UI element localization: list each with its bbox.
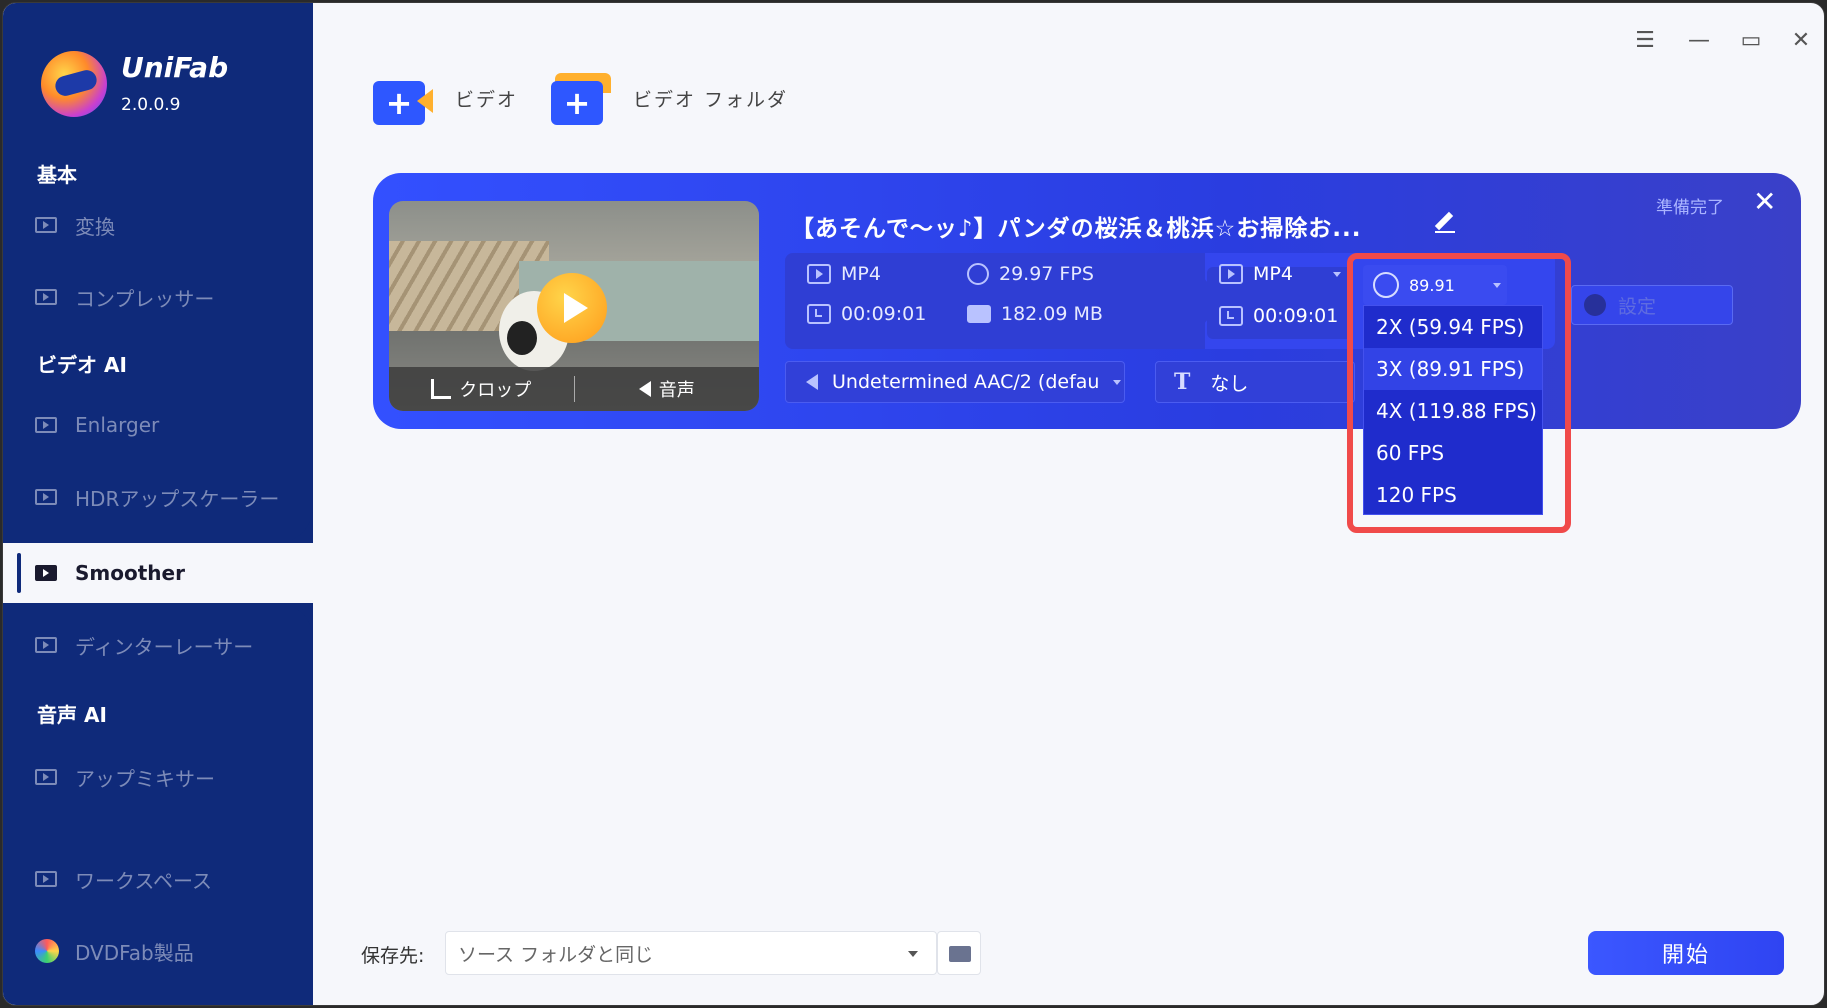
dvdfab-icon xyxy=(35,939,59,963)
add-video-button[interactable]: + ビデオ xyxy=(373,71,518,125)
audio-label: 音声 xyxy=(658,380,695,401)
play-icon[interactable] xyxy=(537,273,607,343)
monitor-icon xyxy=(35,871,57,887)
sidebar-item-label: DVDFab製品 xyxy=(75,940,194,965)
enlarge-icon xyxy=(35,417,57,433)
sidebar-item-workspace[interactable]: ワークスペース xyxy=(3,849,313,909)
sidebar-item-label: 変換 xyxy=(75,214,115,239)
audio-track-select[interactable]: Undetermined AAC/2 (defau xyxy=(785,361,1125,403)
video-format-icon xyxy=(1219,264,1243,284)
chevron-down-icon xyxy=(1113,379,1122,385)
add-video-label: ビデオ xyxy=(455,88,519,111)
deinterlace-icon xyxy=(35,637,57,653)
minimize-icon[interactable]: — xyxy=(1685,27,1713,55)
play-box-icon xyxy=(35,217,57,233)
crop-label: クロップ xyxy=(459,380,532,401)
sidebar-item-label: アップミキサー xyxy=(75,766,215,791)
source-fps: 29.97 FPS xyxy=(967,263,1094,285)
source-duration: 00:09:01 xyxy=(807,303,926,325)
sidebar: UniFab 2.0.0.9 基本 変換 コンプレッサー ビデオ AI Enla… xyxy=(3,3,313,1005)
video-thumbnail[interactable]: クロップ 音声 xyxy=(389,201,759,411)
sidebar-item-label: Enlarger xyxy=(75,413,160,437)
task-card: クロップ 音声 【あそんで～ッ♪】パンダの桜浜＆桃浜☆お掃除お... 準備完了 … xyxy=(373,173,1801,429)
save-to-label: 保存先: xyxy=(361,945,425,967)
sidebar-item-compressor[interactable]: コンプレッサー xyxy=(3,267,313,327)
app-window: UniFab 2.0.0.9 基本 変換 コンプレッサー ビデオ AI Enla… xyxy=(2,2,1825,1006)
file-icon xyxy=(967,305,991,323)
add-folder-icon: + xyxy=(551,71,615,125)
video-title: 【あそんで～ッ♪】パンダの桜浜＆桃浜☆お掃除お... xyxy=(791,216,1362,242)
output-duration: 00:09:01 xyxy=(1219,305,1338,327)
sidebar-item-label: ディンターレーサー xyxy=(75,634,254,659)
sidebar-item-enlarger[interactable]: Enlarger xyxy=(3,395,313,455)
thumbnail-toolbar: クロップ 音声 xyxy=(389,367,759,411)
video-format-icon xyxy=(807,264,831,284)
subtitle-select[interactable]: T なし xyxy=(1155,361,1355,403)
sidebar-item-dvdfab-products[interactable]: DVDFab製品 xyxy=(3,921,313,981)
source-format: MP4 xyxy=(807,263,881,285)
crop-icon xyxy=(431,379,452,399)
audio-button[interactable]: 音声 xyxy=(575,376,760,402)
sidebar-item-smoother[interactable]: Smoother xyxy=(3,543,313,603)
sidebar-item-convert[interactable]: 変換 xyxy=(3,195,313,255)
add-video-icon: + xyxy=(373,71,437,125)
section-audio-ai: 音声 AI xyxy=(37,703,107,727)
chevron-down-icon xyxy=(908,951,918,957)
crop-button[interactable]: クロップ xyxy=(389,376,574,402)
edit-icon[interactable] xyxy=(1433,211,1457,235)
source-size: 182.09 MB xyxy=(967,303,1103,325)
add-folder-label: ビデオ フォルダ xyxy=(633,88,789,111)
gear-icon xyxy=(1584,294,1606,316)
output-format-select[interactable]: MP4 xyxy=(1219,263,1341,285)
settings-button[interactable]: 設定 xyxy=(1571,285,1733,325)
start-button[interactable]: 開始 xyxy=(1588,931,1784,975)
sidebar-item-label: Smoother xyxy=(75,561,185,585)
remove-task-icon[interactable]: ✕ xyxy=(1753,185,1776,218)
text-icon: T xyxy=(1174,369,1191,395)
save-location-select[interactable]: ソース フォルダと同じ xyxy=(445,931,937,975)
compress-icon xyxy=(35,289,57,305)
unifab-logo-icon xyxy=(41,51,107,117)
clock-icon xyxy=(1219,306,1243,326)
mixer-icon xyxy=(35,769,57,785)
app-name: UniFab xyxy=(121,51,229,84)
gauge-icon xyxy=(967,263,989,285)
highlight-box xyxy=(1347,253,1571,533)
sidebar-item-hdr-upscaler[interactable]: HDRアップスケーラー xyxy=(3,467,313,527)
sidebar-item-label: コンプレッサー xyxy=(75,286,215,311)
sidebar-item-deinterlacer[interactable]: ディンターレーサー xyxy=(3,615,313,675)
monitor-icon xyxy=(35,565,57,581)
sidebar-item-upmixer[interactable]: アップミキサー xyxy=(3,747,313,807)
clock-icon xyxy=(807,304,831,324)
chevron-down-icon xyxy=(1332,271,1341,277)
add-folder-button[interactable]: + ビデオ フォルダ xyxy=(551,71,788,125)
section-basic: 基本 xyxy=(37,163,77,187)
speaker-icon xyxy=(638,381,651,397)
section-video-ai: ビデオ AI xyxy=(37,353,127,377)
browse-folder-button[interactable] xyxy=(937,931,981,975)
speaker-icon xyxy=(806,374,818,390)
hdr-icon xyxy=(35,489,57,505)
status-badge: 準備完了 xyxy=(1656,198,1724,218)
sidebar-item-label: ワークスペース xyxy=(75,868,212,893)
maximize-icon[interactable]: ▭ xyxy=(1737,27,1765,55)
menu-icon[interactable]: ☰ xyxy=(1631,27,1659,55)
close-window-icon[interactable]: ✕ xyxy=(1787,27,1815,55)
app-version: 2.0.0.9 xyxy=(121,95,181,115)
sidebar-item-label: HDRアップスケーラー xyxy=(75,486,280,511)
